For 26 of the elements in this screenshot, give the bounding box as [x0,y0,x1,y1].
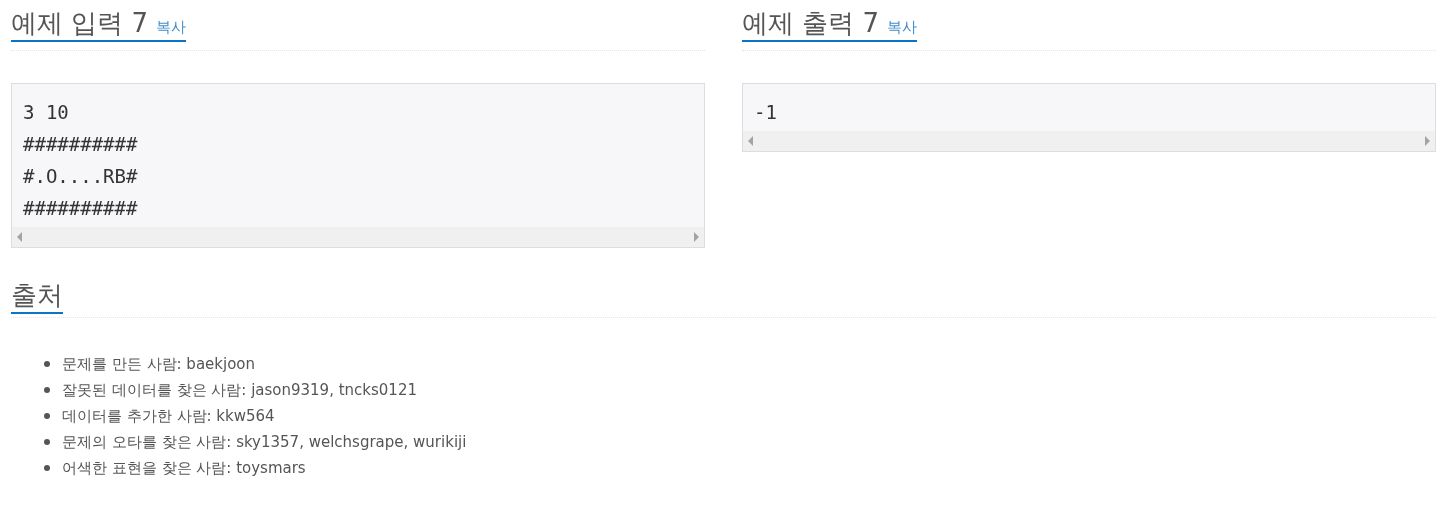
scroll-right-icon[interactable] [693,232,699,242]
bullet-icon [44,439,50,445]
code-line: ########## [23,196,139,221]
credit-text: 문제의 오타를 찾은 사람: sky1357, welchsgrape, wurikiji [62,432,467,453]
code-line: 3 10 [23,100,70,125]
credit-text: 데이터를 추가한 사람: kkw564 [62,406,275,427]
credit-text: 어색한 표현을 찾은 사람: toysmars [62,458,306,479]
horizontal-scrollbar[interactable] [12,227,704,247]
code-line: ########## [23,132,139,157]
credit-text: 잘못된 데이터를 찾은 사람: jason9319, tncks0121 [62,380,417,401]
section-heading: 예제 출력 7 [742,7,880,40]
section-heading: 출처 [11,279,63,312]
code-line: -1 [754,100,778,125]
bullet-icon [44,387,50,393]
horizontal-scrollbar[interactable] [743,131,1435,151]
scroll-left-icon[interactable] [748,136,754,146]
bullet-icon [44,465,50,471]
bullet-icon [44,361,50,367]
code-line: #.O....RB# [23,164,139,189]
copy-link[interactable]: 복사 [887,18,918,37]
credit-text: 문제를 만든 사람: baekjoon [62,354,255,375]
bullet-icon [44,413,50,419]
scroll-left-icon[interactable] [17,232,23,242]
section-heading: 예제 입력 7 [11,7,149,40]
scroll-right-icon[interactable] [1424,136,1430,146]
copy-link[interactable]: 복사 [156,18,187,37]
